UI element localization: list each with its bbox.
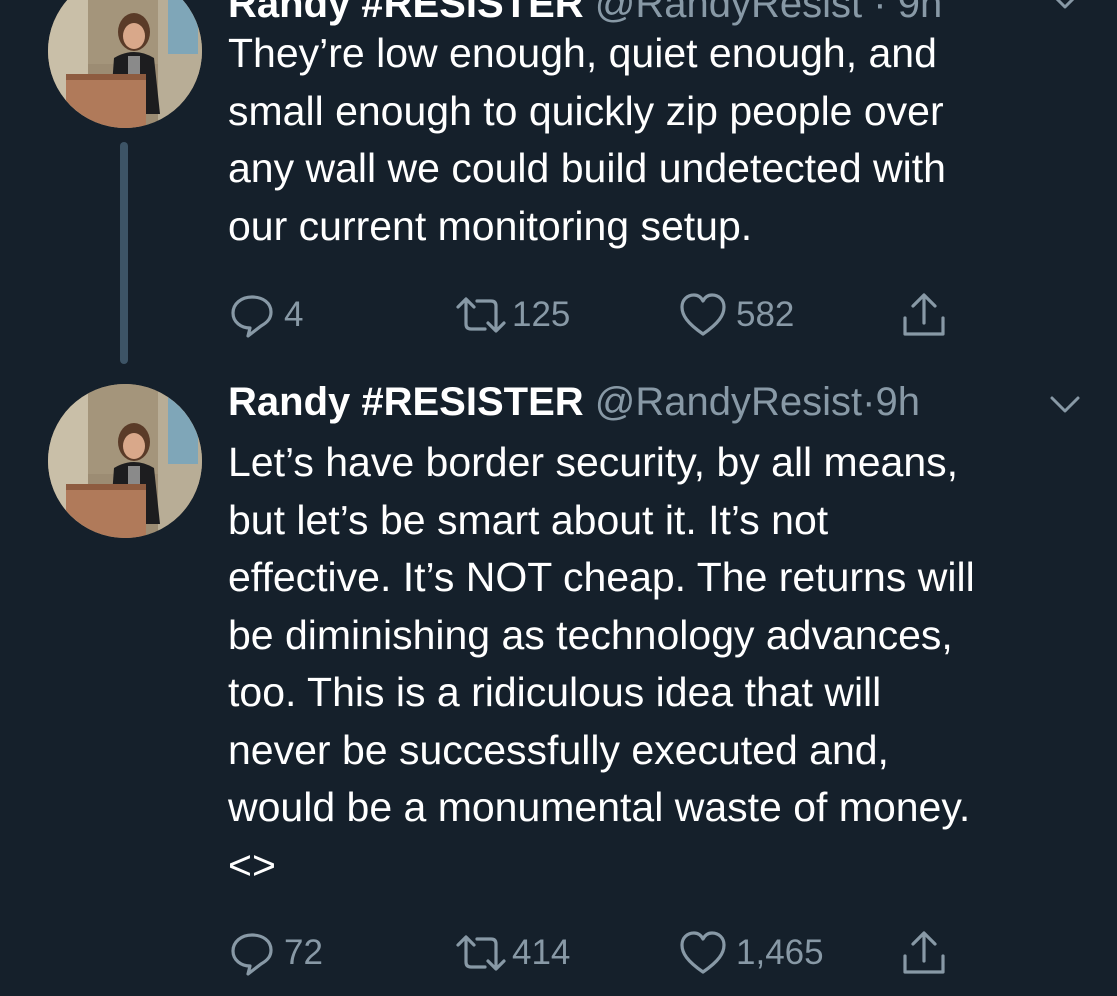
retweet-count: 414 [512,933,571,972]
separator: · [873,0,887,26]
thread-connector [120,142,128,364]
avatar[interactable] [48,0,202,128]
tweet-text-line: be diminishing as technology advances, [228,611,953,658]
heart-icon [680,293,726,336]
reply-count: 72 [284,933,323,972]
retweet-count: 125 [512,295,571,334]
share-icon [903,293,945,336]
like-button[interactable]: 1,465 [678,928,824,978]
tweet-text-line: but let’s be smart about it. It’s not [228,496,829,543]
tweet-actions: 4 125 582 [228,290,968,340]
avatar[interactable] [48,384,202,538]
tweet-text-line: small enough to quickly zip people over [228,87,944,134]
share-button[interactable] [900,290,948,340]
tweet-actions: 72 414 1,465 [228,928,968,978]
retweet-icon [456,935,506,971]
reply-button[interactable]: 72 [228,928,323,978]
timestamp[interactable]: 9h [875,380,920,424]
share-icon [903,931,945,974]
tweet-text-line: our current monitoring setup. [228,202,753,249]
chevron-down-icon[interactable] [1048,0,1082,12]
handle[interactable]: @RandyResist [595,380,862,424]
tweet-header: Randy #RESISTER @RandyResist·9h [228,378,920,426]
tweet-text-line: would be a monumental waste of money. [228,784,971,830]
tweet-text-line: any wall we could build undetected with [228,145,946,191]
tweet-text-line: They’re low enough, quiet enough, and [228,30,937,76]
handle[interactable]: @RandyResist [595,0,862,26]
like-count: 1,465 [736,933,824,972]
tweet-text-line: too. This is a ridiculous idea that will [228,669,882,715]
tweet-text: Let’s have border security, by all means… [228,434,1088,894]
reply-icon [231,295,273,338]
tweet-text: They’re low enough, quiet enough, and sm… [228,25,1088,255]
display-name[interactable]: Randy #RESISTER [228,380,584,424]
retweet-icon [456,297,506,333]
retweet-button[interactable]: 414 [452,928,570,978]
reply-count: 4 [284,295,304,334]
like-count: 582 [736,295,795,334]
chevron-down-icon[interactable] [1048,394,1082,416]
timeline: Randy #RESISTER @RandyResist · 9h They’r… [0,0,1117,996]
tweet-text-line: <> [228,841,276,888]
tweet-text-line: effective. It’s NOT cheap. The returns w… [228,554,975,600]
display-name[interactable]: Randy #RESISTER [228,0,584,26]
retweet-button[interactable]: 125 [452,290,570,340]
tweet-text-line: Let’s have border security, by all means… [228,439,959,485]
tweet-header: Randy #RESISTER @RandyResist · 9h [228,0,942,28]
heart-icon [680,931,726,974]
reply-icon [231,933,273,976]
like-button[interactable]: 582 [678,290,794,340]
reply-button[interactable]: 4 [228,290,303,340]
timestamp[interactable]: 9h [898,0,943,26]
separator: · [862,380,876,424]
tweet-text-line: never be successfully executed and, [228,726,889,773]
share-button[interactable] [900,928,948,978]
